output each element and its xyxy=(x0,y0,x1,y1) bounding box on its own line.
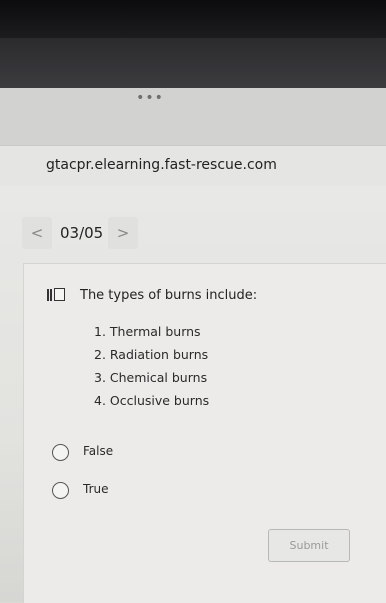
question-pager: < 03/05 > xyxy=(22,217,138,249)
question-card: The types of burns include: 1. Thermal b… xyxy=(23,263,386,603)
page-counter: 03/05 xyxy=(60,224,104,242)
list-item: 4. Occlusive burns xyxy=(94,393,210,408)
question-text: The types of burns include: xyxy=(80,288,258,303)
submit-button[interactable]: Submit xyxy=(268,529,350,562)
browser-tab-strip xyxy=(0,38,386,88)
radio-button-false[interactable] xyxy=(52,444,69,461)
chevron-right-icon: > xyxy=(116,224,130,242)
previous-question-button[interactable]: < xyxy=(22,217,52,249)
page-content: < 03/05 > The types of burns include: 1.… xyxy=(0,186,386,603)
next-question-button[interactable]: > xyxy=(108,217,138,249)
chevron-left-icon: < xyxy=(30,224,44,242)
option-label: False xyxy=(83,444,114,458)
address-bar[interactable]: gtacpr.elearning.fast-rescue.com xyxy=(0,145,386,187)
flag-icon[interactable] xyxy=(47,288,65,302)
browser-toolbar: ••• xyxy=(0,88,386,145)
list-item: 1. Thermal burns xyxy=(94,324,201,339)
more-menu-icon[interactable]: ••• xyxy=(0,90,300,106)
option-label: True xyxy=(83,482,109,496)
radio-button-true[interactable] xyxy=(52,482,69,499)
url-text[interactable]: gtacpr.elearning.fast-rescue.com xyxy=(46,157,277,173)
device-bezel xyxy=(0,0,386,38)
list-item: 2. Radiation burns xyxy=(94,347,209,362)
list-item: 3. Chemical burns xyxy=(94,370,208,385)
burn-types-list: 1. Thermal burns 2. Radiation burns 3. C… xyxy=(94,320,209,412)
